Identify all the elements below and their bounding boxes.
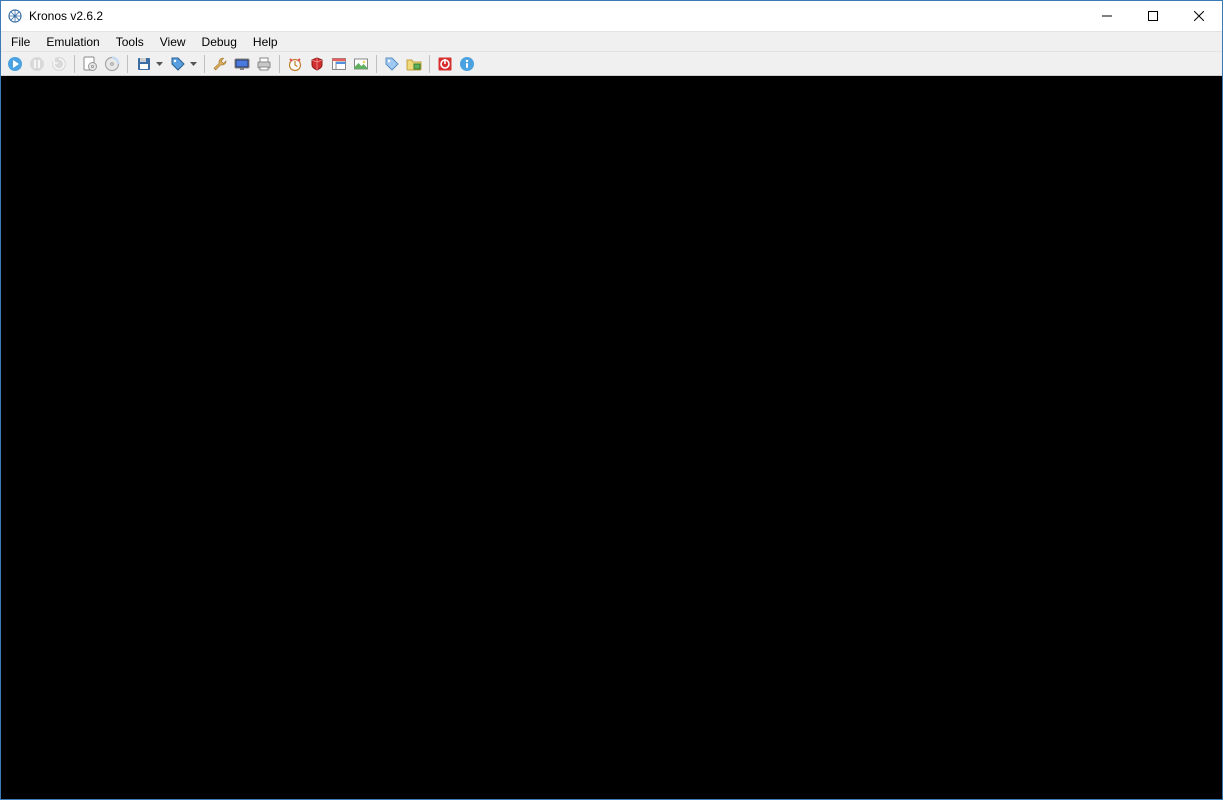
window-controls (1084, 1, 1222, 31)
toolbar-separator (429, 55, 430, 73)
minimize-button[interactable] (1084, 1, 1130, 31)
app-icon (7, 8, 23, 24)
cheats-icon[interactable] (307, 54, 327, 74)
window-title: Kronos v2.6.2 (29, 9, 103, 23)
dropdown-caret-icon[interactable] (188, 54, 198, 74)
toolbar (1, 52, 1222, 76)
dropdown-caret-icon[interactable] (154, 54, 164, 74)
toolbar-separator (376, 55, 377, 73)
menubar: File Emulation Tools View Debug Help (1, 31, 1222, 52)
pause-icon (27, 54, 47, 74)
toolbar-separator (74, 55, 75, 73)
save-state-dropdown[interactable] (133, 54, 165, 74)
settings-icon[interactable] (210, 54, 230, 74)
backup-icon[interactable] (404, 54, 424, 74)
emulator-viewport (1, 76, 1222, 799)
toolbar-separator (279, 55, 280, 73)
menu-file[interactable]: File (3, 33, 38, 51)
toolbar-separator (127, 55, 128, 73)
titlebar: Kronos v2.6.2 (1, 1, 1222, 31)
load-state-dropdown[interactable] (167, 54, 199, 74)
close-button[interactable] (1176, 1, 1222, 31)
about-icon[interactable] (457, 54, 477, 74)
clock-icon[interactable] (285, 54, 305, 74)
maximize-button[interactable] (1130, 1, 1176, 31)
menu-tools[interactable]: Tools (108, 33, 152, 51)
printer-icon[interactable] (254, 54, 274, 74)
reset-icon (49, 54, 69, 74)
run-icon[interactable] (5, 54, 25, 74)
layer-icon[interactable] (329, 54, 349, 74)
fullscreen-icon[interactable] (232, 54, 252, 74)
screenshot-icon[interactable] (351, 54, 371, 74)
open-cd-icon[interactable] (80, 54, 100, 74)
menu-emulation[interactable]: Emulation (38, 33, 107, 51)
menu-help[interactable]: Help (245, 33, 286, 51)
menu-debug[interactable]: Debug (194, 33, 245, 51)
load-state-icon[interactable] (168, 54, 188, 74)
memory-icon[interactable] (382, 54, 402, 74)
toolbar-separator (204, 55, 205, 73)
quit-icon[interactable] (435, 54, 455, 74)
app-window: Kronos v2.6.2 File Emulation Tools View … (0, 0, 1223, 800)
menu-view[interactable]: View (152, 33, 194, 51)
open-iso-icon[interactable] (102, 54, 122, 74)
save-state-icon[interactable] (134, 54, 154, 74)
